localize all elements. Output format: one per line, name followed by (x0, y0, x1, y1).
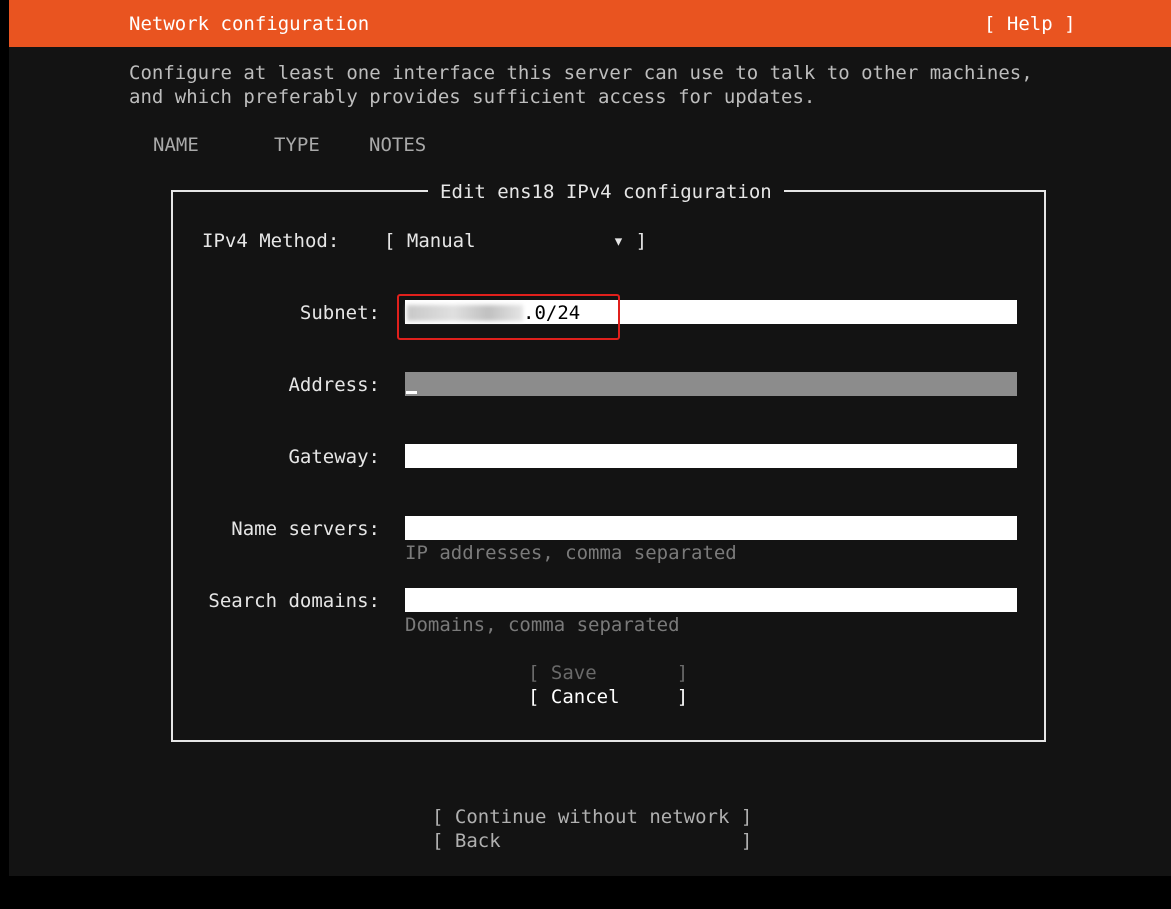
continue-without-network-button[interactable]: [ Continue without network ] (432, 806, 752, 828)
column-header-notes: NOTES (369, 134, 427, 156)
address-field[interactable] (405, 372, 1017, 396)
gateway-label: Gateway: (288, 446, 380, 468)
subnet-label: Subnet: (299, 302, 380, 324)
search-domains-field[interactable] (405, 588, 1017, 612)
save-button[interactable]: [ Save ] (528, 662, 688, 684)
page-title: Network configuration (129, 13, 370, 35)
text-cursor (406, 391, 417, 394)
name-servers-hint: IP addresses, comma separated (405, 542, 737, 564)
name-servers-label: Name servers: (231, 518, 380, 540)
dialog-title: Edit ens18 IPv4 configuration (428, 181, 784, 203)
column-header-name: NAME (153, 134, 199, 156)
search-domains-hint: Domains, comma separated (405, 614, 680, 636)
back-button[interactable]: [ Back ] (432, 830, 752, 852)
intro-text: Configure at least one interface this se… (129, 61, 1033, 109)
column-header-type: TYPE (274, 134, 320, 156)
name-servers-field[interactable] (405, 516, 1017, 540)
cancel-button[interactable]: [ Cancel ] (528, 686, 688, 708)
search-domains-label: Search domains: (208, 590, 380, 612)
help-button[interactable]: [ Help ] (984, 13, 1076, 35)
highlight-box (397, 294, 620, 340)
gateway-field[interactable] (405, 444, 1017, 468)
address-label: Address: (288, 374, 380, 396)
intro-line-1: Configure at least one interface this se… (129, 62, 1033, 84)
intro-line-2: and which preferably provides sufficient… (129, 86, 816, 108)
ipv4-method-label: IPv4 Method: (202, 230, 340, 252)
ipv4-method-select[interactable]: [ Manual ▾ ] (384, 230, 647, 252)
header-bar: Network configuration [ Help ] (9, 0, 1171, 47)
